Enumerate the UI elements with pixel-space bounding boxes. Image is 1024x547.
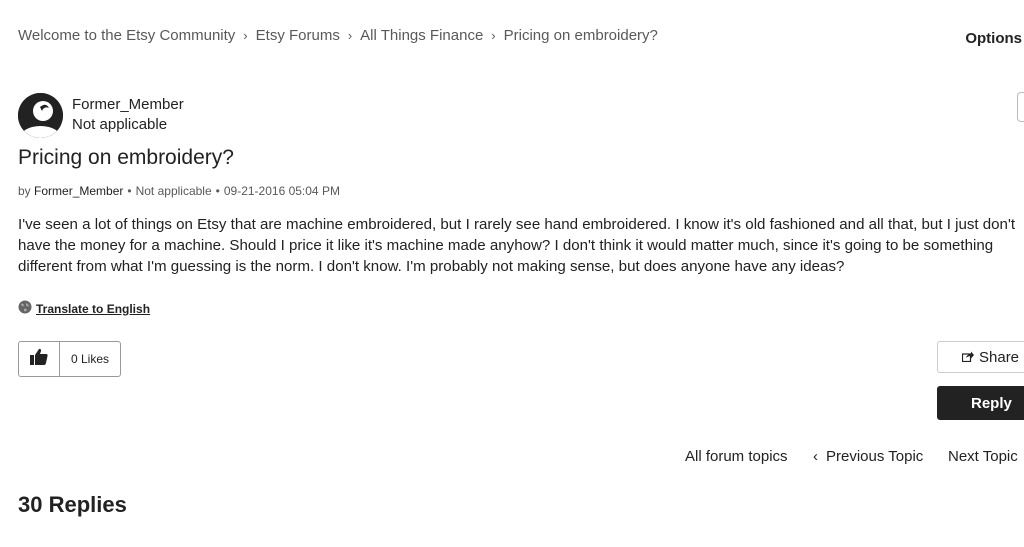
post-title: Pricing on embroidery? [18,146,234,169]
like-button[interactable] [19,342,60,376]
globe-icon [18,300,32,317]
breadcrumb-item-forums[interactable]: Etsy Forums [256,27,340,44]
meta-timestamp: 09-21-2016 05:04 PM [223,184,340,198]
breadcrumb-separator: › [491,28,496,43]
next-topic-link[interactable]: Next Topic [948,448,1018,465]
breadcrumb-item-current[interactable]: Pricing on embroidery? [504,27,658,44]
share-button[interactable]: Share [937,341,1024,373]
meta-author-link[interactable]: Former_Member [34,184,123,198]
reply-button[interactable]: Reply [937,386,1024,420]
meta-role: Not applicable [135,184,212,198]
chevron-left-icon: ‹ [813,448,818,465]
previous-topic-label: Previous Topic [826,448,924,465]
meta-dot: • [215,184,220,198]
post-body: I've seen a lot of things on Etsy that a… [18,216,1016,275]
share-icon [961,349,974,366]
translate-label[interactable]: Translate to English [36,302,150,316]
share-label: Share [979,348,1020,366]
meta-by-prefix: by [18,184,31,198]
replies-heading: 30 Replies [18,492,127,517]
likes-count: 0 Likes [70,352,110,366]
previous-topic-link[interactable]: ‹ Previous Topic [813,448,923,465]
avatar[interactable] [18,93,63,138]
translate-link[interactable]: Translate to English [18,300,150,317]
side-panel-tab[interactable] [1017,92,1024,122]
author-role: Not applicable [72,116,168,133]
breadcrumb-separator: › [347,28,353,43]
options-menu-button[interactable]: Options [965,30,1022,47]
thumbs-up-icon [30,348,48,370]
meta-dot: • [127,184,132,198]
breadcrumb-separator: › [243,28,248,43]
kudos-widget: 0 Likes [18,341,121,377]
breadcrumb-item-community[interactable]: Welcome to the Etsy Community [18,27,235,44]
post-meta: by Former_Member • Not applicable • 09-2… [18,184,340,198]
author-name[interactable]: Former_Member [72,96,184,113]
breadcrumb-item-finance[interactable]: All Things Finance [360,27,483,44]
all-forum-topics-link[interactable]: All forum topics [685,448,788,465]
breadcrumb: Welcome to the Etsy Community › Etsy For… [18,27,658,44]
